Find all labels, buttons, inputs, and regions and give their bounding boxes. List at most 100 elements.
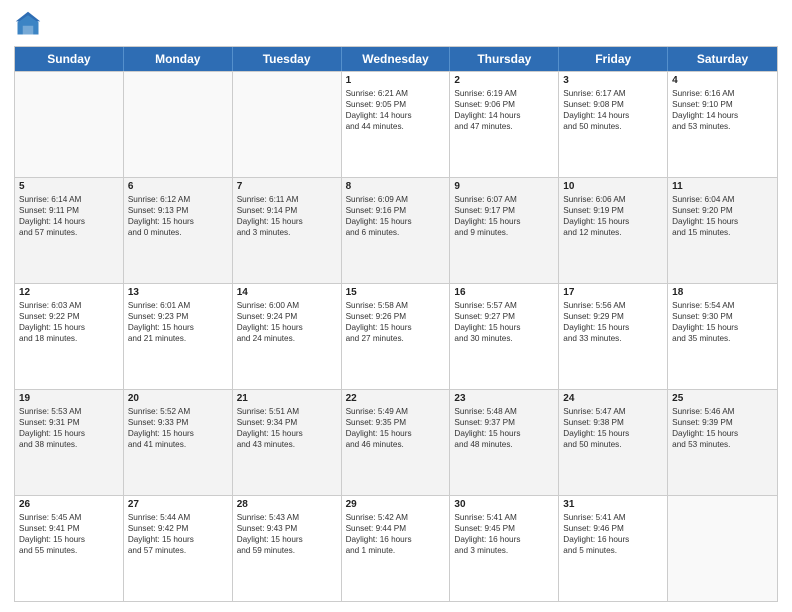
cell-info: Sunrise: 6:01 AM Sunset: 9:23 PM Dayligh… bbox=[128, 300, 228, 344]
day-number: 10 bbox=[563, 181, 663, 192]
calendar-header-thursday: Thursday bbox=[450, 47, 559, 71]
day-number: 3 bbox=[563, 75, 663, 86]
cell-info: Sunrise: 6:21 AM Sunset: 9:05 PM Dayligh… bbox=[346, 88, 446, 132]
cell-info: Sunrise: 5:49 AM Sunset: 9:35 PM Dayligh… bbox=[346, 406, 446, 450]
day-number: 28 bbox=[237, 499, 337, 510]
calendar-cell: 30 Sunrise: 5:41 AM Sunset: 9:45 PM Dayli… bbox=[450, 496, 559, 601]
day-number: 11 bbox=[672, 181, 773, 192]
calendar-week-2: 5 Sunrise: 6:14 AM Sunset: 9:11 PM Daylig… bbox=[15, 177, 777, 283]
calendar-cell: 14Sunrise: 6:00 AM Sunset: 9:24 PM Dayli… bbox=[233, 284, 342, 389]
day-number: 23 bbox=[454, 393, 554, 404]
cell-info: Sunrise: 6:00 AM Sunset: 9:24 PM Dayligh… bbox=[237, 300, 337, 344]
day-number: 22 bbox=[346, 393, 446, 404]
calendar-cell: 8 Sunrise: 6:09 AM Sunset: 9:16 PM Daylig… bbox=[342, 178, 451, 283]
calendar-header-monday: Monday bbox=[124, 47, 233, 71]
page: SundayMondayTuesdayWednesdayThursdayFrid… bbox=[0, 0, 792, 612]
calendar-cell: 12Sunrise: 6:03 AM Sunset: 9:22 PM Dayli… bbox=[15, 284, 124, 389]
day-number: 15 bbox=[346, 287, 446, 298]
calendar-cell: 26 Sunrise: 5:45 AM Sunset: 9:41 PM Dayli… bbox=[15, 496, 124, 601]
calendar-cell: 1 Sunrise: 6:21 AM Sunset: 9:05 PM Daylig… bbox=[342, 72, 451, 177]
day-number: 20 bbox=[128, 393, 228, 404]
calendar-cell: 28 Sunrise: 5:43 AM Sunset: 9:43 PM Dayli… bbox=[233, 496, 342, 601]
calendar-cell: 21 Sunrise: 5:51 AM Sunset: 9:34 PM Dayli… bbox=[233, 390, 342, 495]
cell-info: Sunrise: 5:42 AM Sunset: 9:44 PM Dayligh… bbox=[346, 512, 446, 556]
calendar-cell: 7 Sunrise: 6:11 AM Sunset: 9:14 PM Daylig… bbox=[233, 178, 342, 283]
calendar-cell: 4Sunrise: 6:16 AM Sunset: 9:10 PM Daylig… bbox=[668, 72, 777, 177]
calendar-header-wednesday: Wednesday bbox=[342, 47, 451, 71]
cell-info: Sunrise: 6:03 AM Sunset: 9:22 PM Dayligh… bbox=[19, 300, 119, 344]
day-number: 8 bbox=[346, 181, 446, 192]
cell-info: Sunrise: 5:43 AM Sunset: 9:43 PM Dayligh… bbox=[237, 512, 337, 556]
day-number: 26 bbox=[19, 499, 119, 510]
cell-info: Sunrise: 5:44 AM Sunset: 9:42 PM Dayligh… bbox=[128, 512, 228, 556]
calendar-cell: 6Sunrise: 6:12 AM Sunset: 9:13 PM Daylig… bbox=[124, 178, 233, 283]
cell-info: Sunrise: 5:56 AM Sunset: 9:29 PM Dayligh… bbox=[563, 300, 663, 344]
calendar-cell: 11 Sunrise: 6:04 AM Sunset: 9:20 PM Dayli… bbox=[668, 178, 777, 283]
day-number: 13 bbox=[128, 287, 228, 298]
calendar-cell bbox=[124, 72, 233, 177]
cell-info: Sunrise: 5:41 AM Sunset: 9:45 PM Dayligh… bbox=[454, 512, 554, 556]
day-number: 7 bbox=[237, 181, 337, 192]
cell-info: Sunrise: 5:45 AM Sunset: 9:41 PM Dayligh… bbox=[19, 512, 119, 556]
day-number: 5 bbox=[19, 181, 119, 192]
cell-info: Sunrise: 6:16 AM Sunset: 9:10 PM Dayligh… bbox=[672, 88, 773, 132]
cell-info: Sunrise: 6:14 AM Sunset: 9:11 PM Dayligh… bbox=[19, 194, 119, 238]
calendar-header-row: SundayMondayTuesdayWednesdayThursdayFrid… bbox=[15, 47, 777, 71]
cell-info: Sunrise: 5:41 AM Sunset: 9:46 PM Dayligh… bbox=[563, 512, 663, 556]
calendar-cell: 13 Sunrise: 6:01 AM Sunset: 9:23 PM Dayli… bbox=[124, 284, 233, 389]
calendar-cell: 17 Sunrise: 5:56 AM Sunset: 9:29 PM Dayli… bbox=[559, 284, 668, 389]
calendar-cell: 9 Sunrise: 6:07 AM Sunset: 9:17 PM Daylig… bbox=[450, 178, 559, 283]
calendar-week-4: 19 Sunrise: 5:53 AM Sunset: 9:31 PM Dayli… bbox=[15, 389, 777, 495]
calendar-cell: 20 Sunrise: 5:52 AM Sunset: 9:33 PM Dayli… bbox=[124, 390, 233, 495]
calendar-cell: 2 Sunrise: 6:19 AM Sunset: 9:06 PM Daylig… bbox=[450, 72, 559, 177]
calendar-cell bbox=[15, 72, 124, 177]
calendar-cell bbox=[233, 72, 342, 177]
cell-info: Sunrise: 6:09 AM Sunset: 9:16 PM Dayligh… bbox=[346, 194, 446, 238]
calendar-cell: 27 Sunrise: 5:44 AM Sunset: 9:42 PM Dayli… bbox=[124, 496, 233, 601]
calendar-week-5: 26 Sunrise: 5:45 AM Sunset: 9:41 PM Dayli… bbox=[15, 495, 777, 601]
calendar-cell: 24 Sunrise: 5:47 AM Sunset: 9:38 PM Dayli… bbox=[559, 390, 668, 495]
calendar-cell: 19 Sunrise: 5:53 AM Sunset: 9:31 PM Dayli… bbox=[15, 390, 124, 495]
day-number: 17 bbox=[563, 287, 663, 298]
calendar-cell: 16Sunrise: 5:57 AM Sunset: 9:27 PM Dayli… bbox=[450, 284, 559, 389]
cell-info: Sunrise: 6:04 AM Sunset: 9:20 PM Dayligh… bbox=[672, 194, 773, 238]
cell-info: Sunrise: 5:52 AM Sunset: 9:33 PM Dayligh… bbox=[128, 406, 228, 450]
calendar-cell: 25Sunrise: 5:46 AM Sunset: 9:39 PM Dayli… bbox=[668, 390, 777, 495]
logo bbox=[14, 10, 46, 38]
day-number: 24 bbox=[563, 393, 663, 404]
day-number: 31 bbox=[563, 499, 663, 510]
cell-info: Sunrise: 6:11 AM Sunset: 9:14 PM Dayligh… bbox=[237, 194, 337, 238]
cell-info: Sunrise: 6:12 AM Sunset: 9:13 PM Dayligh… bbox=[128, 194, 228, 238]
cell-info: Sunrise: 5:46 AM Sunset: 9:39 PM Dayligh… bbox=[672, 406, 773, 450]
cell-info: Sunrise: 5:51 AM Sunset: 9:34 PM Dayligh… bbox=[237, 406, 337, 450]
cell-info: Sunrise: 6:07 AM Sunset: 9:17 PM Dayligh… bbox=[454, 194, 554, 238]
day-number: 2 bbox=[454, 75, 554, 86]
day-number: 1 bbox=[346, 75, 446, 86]
cell-info: Sunrise: 5:53 AM Sunset: 9:31 PM Dayligh… bbox=[19, 406, 119, 450]
day-number: 30 bbox=[454, 499, 554, 510]
cell-info: Sunrise: 5:48 AM Sunset: 9:37 PM Dayligh… bbox=[454, 406, 554, 450]
calendar-cell: 23 Sunrise: 5:48 AM Sunset: 9:37 PM Dayli… bbox=[450, 390, 559, 495]
header bbox=[14, 10, 778, 38]
cell-info: Sunrise: 6:19 AM Sunset: 9:06 PM Dayligh… bbox=[454, 88, 554, 132]
cell-info: Sunrise: 5:47 AM Sunset: 9:38 PM Dayligh… bbox=[563, 406, 663, 450]
cell-info: Sunrise: 5:58 AM Sunset: 9:26 PM Dayligh… bbox=[346, 300, 446, 344]
day-number: 29 bbox=[346, 499, 446, 510]
calendar-cell bbox=[668, 496, 777, 601]
calendar-cell: 5 Sunrise: 6:14 AM Sunset: 9:11 PM Daylig… bbox=[15, 178, 124, 283]
calendar-header-tuesday: Tuesday bbox=[233, 47, 342, 71]
day-number: 27 bbox=[128, 499, 228, 510]
cell-info: Sunrise: 5:57 AM Sunset: 9:27 PM Dayligh… bbox=[454, 300, 554, 344]
calendar: SundayMondayTuesdayWednesdayThursdayFrid… bbox=[14, 46, 778, 602]
calendar-cell: 31 Sunrise: 5:41 AM Sunset: 9:46 PM Dayli… bbox=[559, 496, 668, 601]
day-number: 21 bbox=[237, 393, 337, 404]
calendar-cell: 18Sunrise: 5:54 AM Sunset: 9:30 PM Dayli… bbox=[668, 284, 777, 389]
calendar-header-friday: Friday bbox=[559, 47, 668, 71]
calendar-cell: 29 Sunrise: 5:42 AM Sunset: 9:44 PM Dayli… bbox=[342, 496, 451, 601]
day-number: 18 bbox=[672, 287, 773, 298]
cell-info: Sunrise: 6:06 AM Sunset: 9:19 PM Dayligh… bbox=[563, 194, 663, 238]
calendar-header-saturday: Saturday bbox=[668, 47, 777, 71]
day-number: 9 bbox=[454, 181, 554, 192]
calendar-body: 1 Sunrise: 6:21 AM Sunset: 9:05 PM Daylig… bbox=[15, 71, 777, 601]
day-number: 19 bbox=[19, 393, 119, 404]
